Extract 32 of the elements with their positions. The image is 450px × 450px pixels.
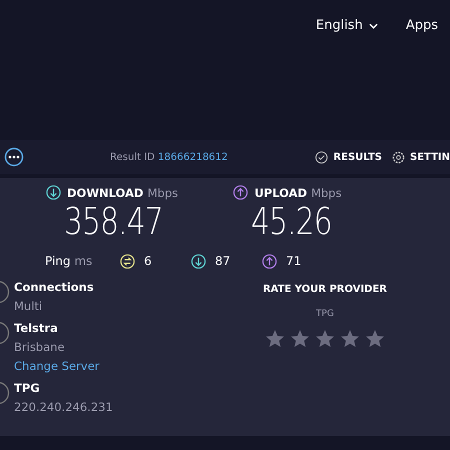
more-icon[interactable] — [4, 147, 24, 167]
apps-link[interactable]: Apps — [406, 18, 438, 33]
speed-value: 45.26 — [251, 200, 332, 244]
ping-label: Ping ms — [45, 254, 94, 268]
ping-value: 71 — [286, 254, 302, 268]
star-icon[interactable] — [315, 329, 335, 349]
settings-icon — [392, 150, 405, 164]
results-link[interactable]: RESULTS — [315, 150, 382, 164]
language-menu[interactable]: English — [316, 18, 378, 33]
star-icon[interactable] — [365, 329, 385, 349]
info-title: Telstra — [14, 321, 59, 335]
info-detail: 220.240.246.231 — [14, 400, 113, 414]
star-icon[interactable] — [290, 329, 310, 349]
change-server-link[interactable]: Change Server — [14, 359, 100, 373]
provider-name: TPG — [316, 309, 334, 319]
speed-label: DOWNLOAD Mbps — [67, 186, 178, 200]
ping-value: 6 — [144, 254, 152, 268]
star-icon[interactable] — [265, 329, 285, 349]
info-detail: Brisbane — [14, 340, 66, 354]
info-title: Connections — [14, 280, 94, 294]
info-detail: Multi — [14, 299, 44, 313]
ping-value: 87 — [215, 254, 230, 268]
star-icon[interactable] — [340, 329, 360, 349]
speed-label: UPLOAD Mbps — [254, 186, 342, 200]
arrow-icon — [120, 254, 135, 268]
rating-title: RATE YOUR PROVIDER — [262, 284, 388, 295]
speed-value: 358.47 — [64, 200, 163, 244]
result-id: Result ID 18666218612 — [110, 152, 228, 162]
settings-link[interactable]: SETTIN — [392, 150, 450, 164]
check-icon — [315, 150, 328, 164]
info-title: TPG — [14, 381, 41, 395]
caret-icon — [368, 22, 378, 28]
